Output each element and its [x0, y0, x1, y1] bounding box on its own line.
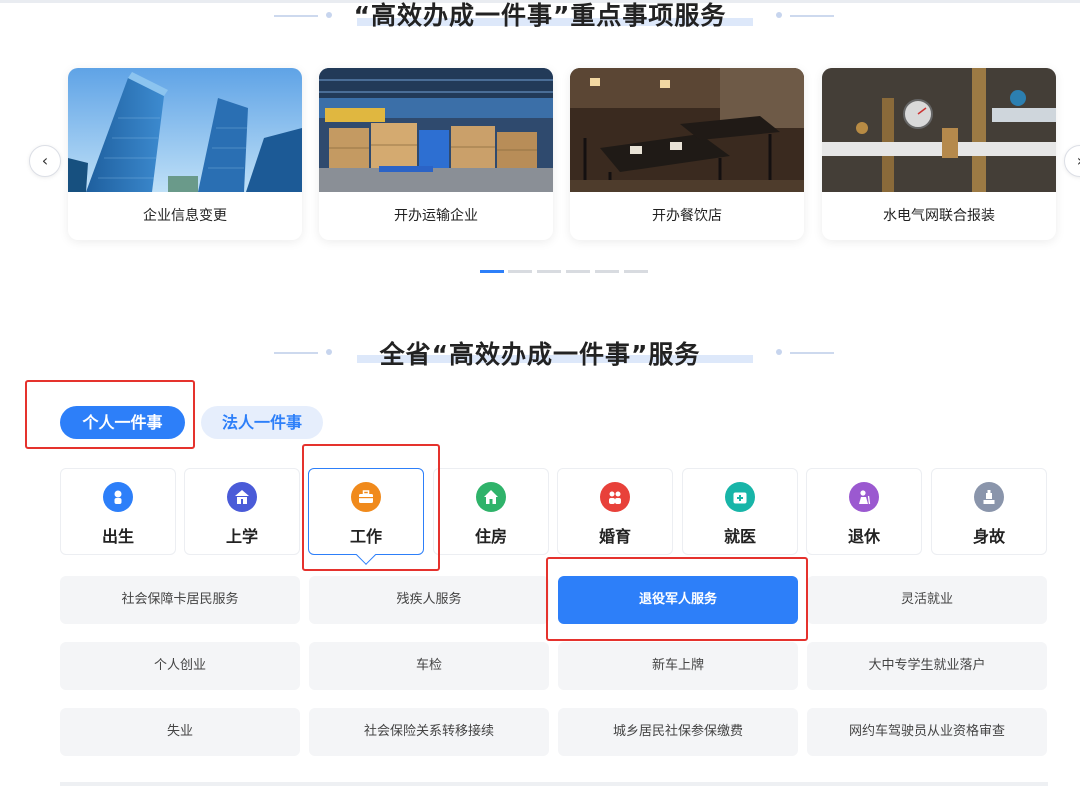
service-card-restaurant[interactable]: 开办餐饮店 — [570, 68, 804, 240]
carousel-dot-1[interactable] — [480, 270, 504, 273]
card-label: 水电气网联合报装 — [883, 208, 995, 224]
carousel-dot-4[interactable] — [566, 270, 590, 273]
retiree-icon — [849, 482, 879, 512]
pipes-image — [822, 68, 1056, 192]
service-ride-hailing-driver-check[interactable]: 网约车驾驶员从业资格审查 — [807, 708, 1047, 756]
featured-section-title: “高效办成一件事”重点事项服务 — [353, 1, 727, 30]
category-label: 就医 — [723, 527, 756, 546]
service-card-utilities[interactable]: 水电气网联合报装 — [822, 68, 1056, 240]
memorial-icon — [974, 482, 1004, 512]
service-disabled-persons[interactable]: 残疾人服务 — [309, 576, 549, 624]
carousel-dot-2[interactable] — [508, 270, 532, 273]
category-label: 退休 — [847, 527, 880, 546]
service-new-car-plate[interactable]: 新车上牌 — [558, 642, 798, 690]
category-retire[interactable]: 退休 — [806, 468, 922, 555]
card-label: 开办餐饮店 — [652, 208, 722, 224]
carousel-prev-button[interactable]: ‹ — [29, 145, 61, 177]
category-label: 出生 — [101, 527, 134, 546]
service-card-transport[interactable]: 开办运输企业 — [319, 68, 553, 240]
medical-kit-icon — [725, 482, 755, 512]
carousel-next-button[interactable]: › — [1064, 145, 1080, 177]
service-graduate-hukou[interactable]: 大中专学生就业落户 — [807, 642, 1047, 690]
category-medical[interactable]: 就医 — [682, 468, 798, 555]
service-social-insurance-transfer[interactable]: 社会保险关系转移接续 — [309, 708, 549, 756]
province-section-title: 全省“高效办成一件事”服务 — [379, 340, 701, 369]
annotation-box-veterans-service — [546, 557, 808, 641]
category-birth[interactable]: 出生 — [60, 468, 176, 555]
province-title-wrap: 全省“高效办成一件事”服务 — [0, 335, 1080, 371]
chevron-left-icon: ‹ — [41, 151, 49, 170]
carousel-dot-3[interactable] — [537, 270, 561, 273]
baby-icon — [103, 482, 133, 512]
service-social-security-card[interactable]: 社会保障卡居民服务 — [60, 576, 300, 624]
school-icon — [227, 482, 257, 512]
category-school[interactable]: 上学 — [184, 468, 300, 555]
category-marriage[interactable]: 婚育 — [557, 468, 673, 555]
annotation-box-work-category — [302, 444, 440, 571]
category-label: 住房 — [474, 527, 507, 546]
category-housing[interactable]: 住房 — [433, 468, 549, 555]
house-icon — [476, 482, 506, 512]
featured-title-wrap: “高效办成一件事”重点事项服务 — [0, 0, 1080, 32]
category-death[interactable]: 身故 — [931, 468, 1047, 555]
service-unemployment[interactable]: 失业 — [60, 708, 300, 756]
service-personal-startup[interactable]: 个人创业 — [60, 642, 300, 690]
skyscraper-image — [68, 68, 302, 192]
carousel-dot-6[interactable] — [624, 270, 648, 273]
category-label: 婚育 — [598, 527, 631, 546]
restaurant-image — [570, 68, 804, 192]
tab-corporate[interactable]: 法人一件事 — [201, 406, 323, 439]
service-flexible-employment[interactable]: 灵活就业 — [807, 576, 1047, 624]
annotation-box-personal-tab — [25, 380, 195, 449]
warehouse-image — [319, 68, 553, 192]
category-label: 上学 — [225, 527, 258, 546]
couple-icon — [600, 482, 630, 512]
service-card-enterprise-change[interactable]: 企业信息变更 — [68, 68, 302, 240]
service-resident-insurance-payment[interactable]: 城乡居民社保参保缴费 — [558, 708, 798, 756]
card-label: 开办运输企业 — [394, 208, 478, 224]
card-label: 企业信息变更 — [143, 208, 227, 224]
bottom-divider — [60, 782, 1048, 786]
service-vehicle-inspection[interactable]: 车检 — [309, 642, 549, 690]
carousel-dot-5[interactable] — [595, 270, 619, 273]
category-label: 身故 — [972, 527, 1005, 546]
